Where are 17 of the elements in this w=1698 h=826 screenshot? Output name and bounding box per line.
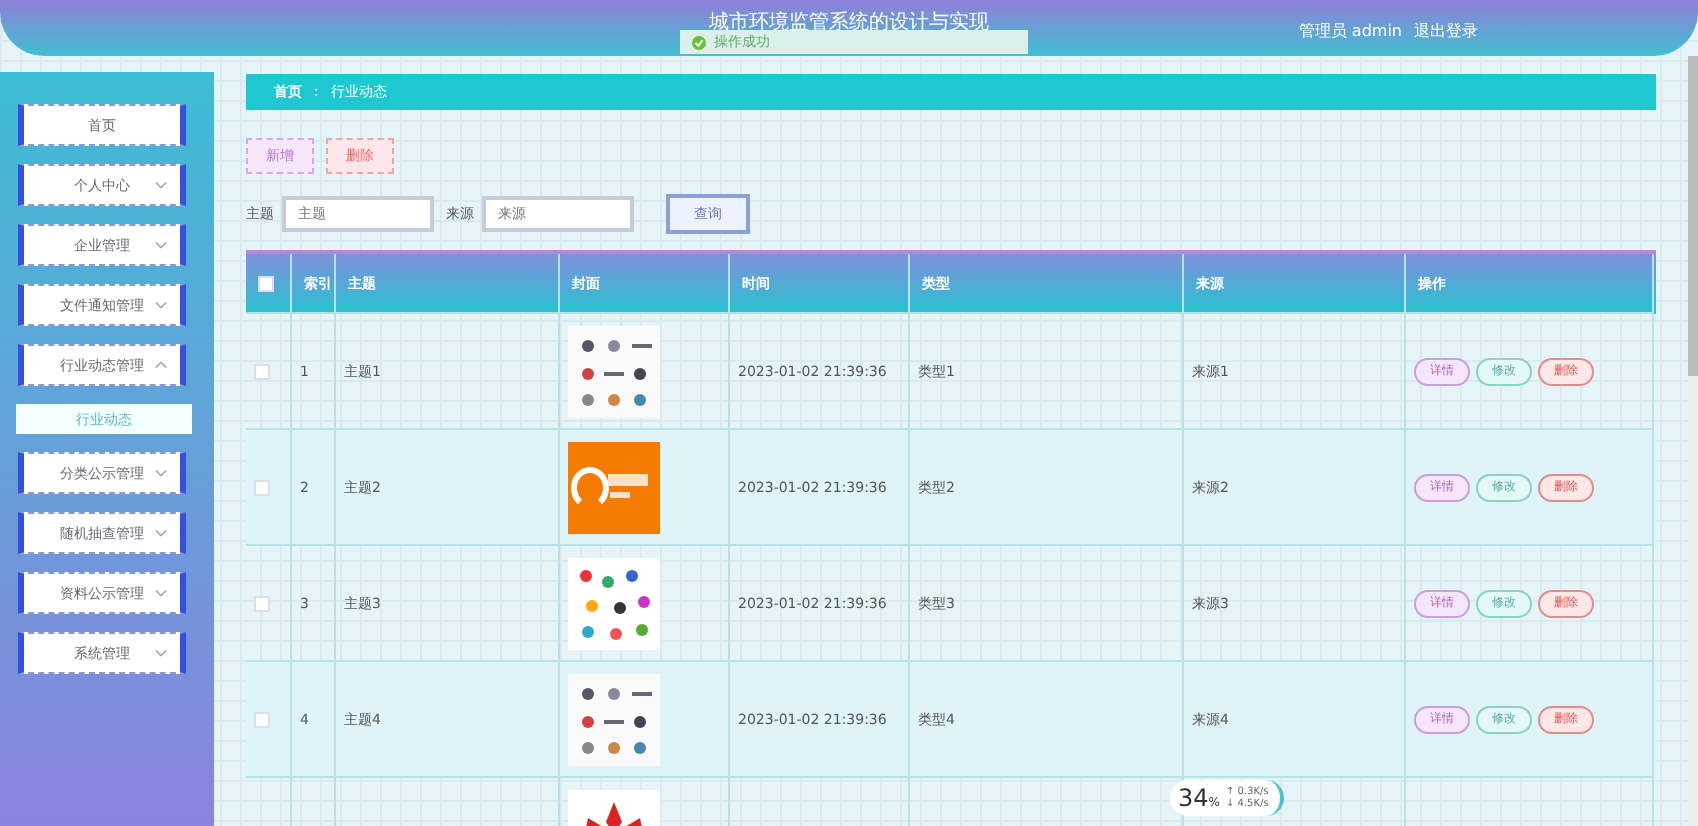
caret-icon (154, 468, 168, 478)
checkbox[interactable] (254, 363, 270, 379)
caret-icon (154, 588, 168, 598)
check-icon (692, 35, 706, 49)
caret-icon (154, 180, 168, 190)
checkbox[interactable] (258, 275, 274, 291)
checkbox[interactable] (254, 711, 270, 727)
caret-icon (154, 528, 168, 538)
caret-icon (154, 240, 168, 250)
logout-link[interactable]: 退出登录 (1414, 20, 1478, 42)
checkbox[interactable] (254, 595, 270, 611)
system-title: 城市环境监管系统的设计与实现 (709, 9, 989, 34)
caret-icon (154, 648, 168, 658)
user-name: 管理员 admin (1298, 20, 1402, 42)
caret-icon (154, 360, 168, 370)
caret-icon (154, 300, 168, 310)
checkbox[interactable] (254, 479, 270, 495)
